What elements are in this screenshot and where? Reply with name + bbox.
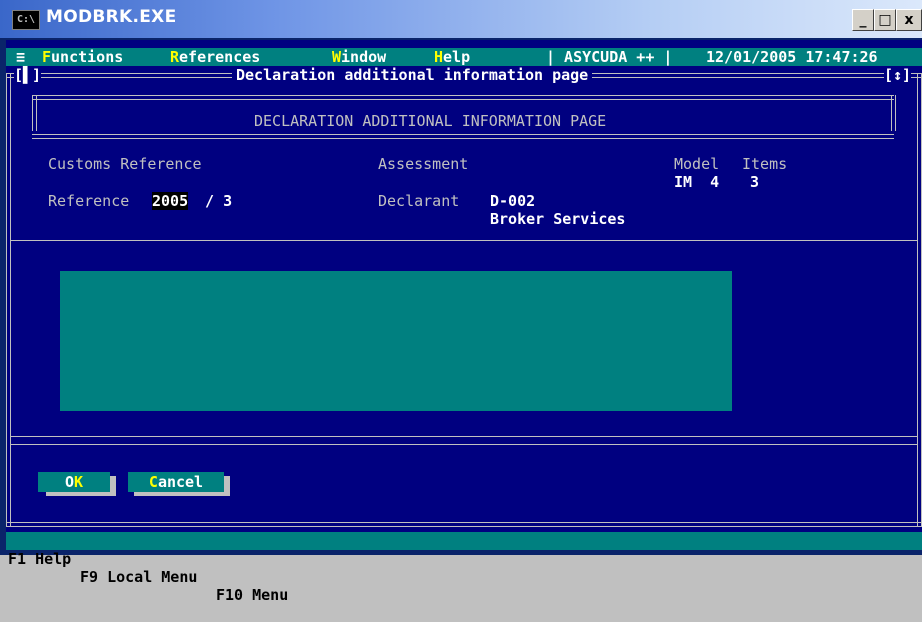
additional-info-panel[interactable] xyxy=(60,271,732,411)
reference-label: Reference xyxy=(48,192,130,210)
datetime-display: 12/01/2005 17:47:26 xyxy=(706,48,878,66)
close-button[interactable]: x xyxy=(896,9,922,31)
status-label: Local Menu xyxy=(107,568,198,586)
panel-bottom-divider xyxy=(10,436,918,437)
menu-label: indow xyxy=(341,48,387,66)
customs-reference-label: Customs Reference xyxy=(48,155,202,173)
console-window: C:\ MODBRK.EXE _ □ x ≡ Functions Referen… xyxy=(0,0,922,604)
reference-number: / 3 xyxy=(196,192,233,210)
ok-label: O xyxy=(64,473,74,491)
items-label: Items xyxy=(742,155,788,173)
page-heading: DECLARATION ADDITIONAL INFORMATION PAGE xyxy=(254,112,607,130)
reference-year-field[interactable]: 2005 xyxy=(152,192,189,210)
cancel-hotkey: C xyxy=(148,473,158,491)
status-help[interactable]: F1 Help xyxy=(8,550,71,568)
menu-functions[interactable]: Functions xyxy=(42,48,123,66)
model-label: Model xyxy=(674,155,720,173)
assessment-label: Assessment xyxy=(378,155,469,173)
window-title: MODBRK.EXE xyxy=(46,7,177,27)
menu-hotkey: R xyxy=(170,48,180,66)
menu-label: eferences xyxy=(179,48,261,66)
console-area: ≡ Functions References Window Help | ASY… xyxy=(6,40,922,604)
cancel-button-shadow-side xyxy=(224,476,230,496)
status-bar: F1 Help F9 Local Menu F10 Menu xyxy=(6,532,922,604)
declarant-code: D-002 xyxy=(490,192,536,210)
frame-right-border xyxy=(917,74,922,526)
menu-label: elp xyxy=(443,48,471,66)
ok-hotkey: K xyxy=(74,473,84,491)
declarant-name: Broker Services xyxy=(490,210,626,228)
frame-left-border xyxy=(6,74,11,526)
status-menu[interactable]: F10 Menu xyxy=(216,586,288,604)
minimize-button[interactable]: _ xyxy=(852,9,874,31)
status-local-menu[interactable]: F9 Local Menu xyxy=(80,568,197,586)
status-key: F1 xyxy=(8,550,27,568)
status-key: F9 xyxy=(80,568,99,586)
frame-close-box[interactable]: [▌] xyxy=(14,66,42,84)
heading-box-right xyxy=(891,95,896,131)
app-name-badge: | ASYCUDA ++ | xyxy=(546,48,673,66)
section-divider xyxy=(10,240,918,241)
menu-hotkey: H xyxy=(434,48,444,66)
frame-zoom-box[interactable]: [↕] xyxy=(884,66,912,84)
status-label: Menu xyxy=(252,586,289,604)
cancel-label: ancel xyxy=(157,473,204,491)
frame-bottom-border xyxy=(6,522,922,527)
maximize-button[interactable]: □ xyxy=(874,9,896,31)
menu-window[interactable]: Window xyxy=(332,48,386,66)
menu-hotkey: W xyxy=(332,48,342,66)
ok-button[interactable]: OK xyxy=(38,472,110,492)
ok-button-shadow-side xyxy=(110,476,116,496)
menu-hotkey: F xyxy=(42,48,52,66)
cancel-button[interactable]: Cancel xyxy=(128,472,224,492)
button-area-divider xyxy=(10,444,918,445)
console-app-icon[interactable]: C:\ xyxy=(12,10,40,30)
items-value: 3 xyxy=(750,173,760,191)
declarant-label: Declarant xyxy=(378,192,460,210)
menu-help[interactable]: Help xyxy=(434,48,470,66)
model-value: IM 4 xyxy=(674,173,720,191)
menu-references[interactable]: References xyxy=(170,48,260,66)
menu-label: unctions xyxy=(51,48,124,66)
frame-title-line: [▌] Declaration additional information p… xyxy=(6,66,922,84)
menu-bar: ≡ Functions References Window Help | ASY… xyxy=(6,48,922,66)
title-bar[interactable]: C:\ MODBRK.EXE _ □ x xyxy=(0,0,922,38)
heading-box-left xyxy=(32,95,37,131)
status-label: Help xyxy=(35,550,72,568)
frame-title: Declaration additional information page xyxy=(232,66,593,84)
heading-box-top xyxy=(32,95,894,100)
system-menu-icon[interactable]: ≡ xyxy=(16,48,25,66)
heading-box-bottom xyxy=(32,134,894,139)
status-key: F10 xyxy=(216,586,244,604)
